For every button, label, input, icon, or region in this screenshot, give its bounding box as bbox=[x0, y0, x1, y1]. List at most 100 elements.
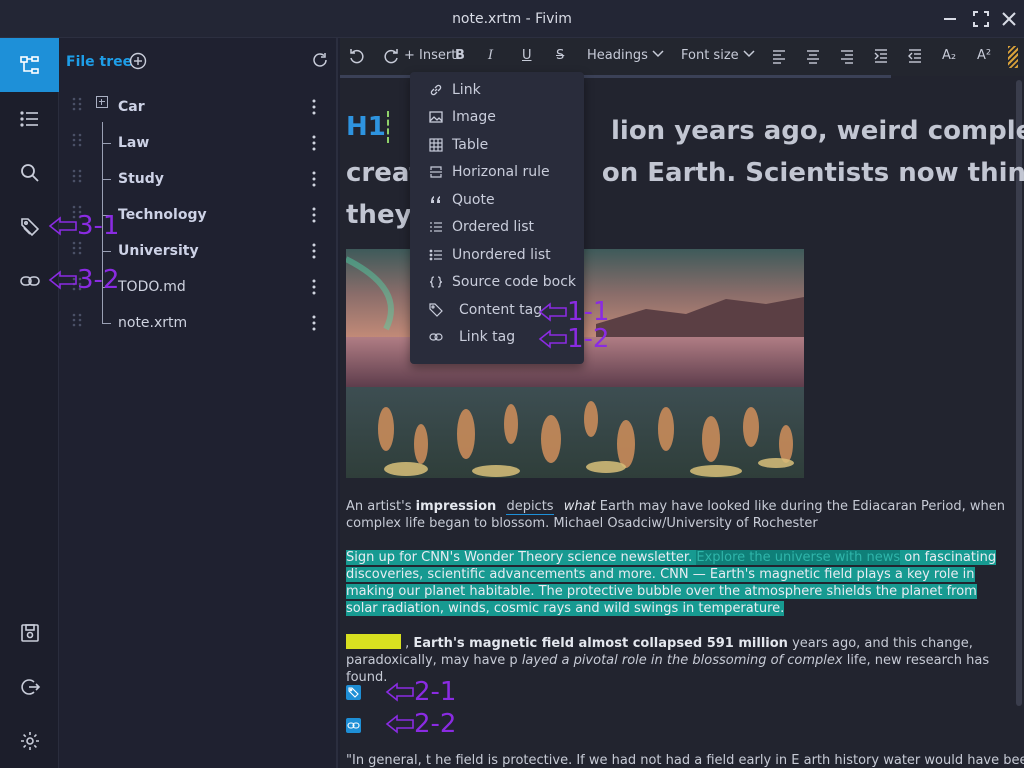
drag-handle-icon[interactable] bbox=[71, 133, 83, 147]
menu-item-quote[interactable]: Quote bbox=[410, 187, 584, 214]
menu-item-label: Image bbox=[452, 109, 496, 125]
caption-italic: what bbox=[563, 499, 596, 514]
menu-item-ordered-list[interactable]: Ordered list bbox=[410, 214, 584, 241]
file-tree-button[interactable] bbox=[0, 38, 59, 92]
tree-item-label: Car bbox=[118, 99, 145, 115]
align-right-button[interactable] bbox=[838, 47, 856, 67]
file-tree-title: File tree bbox=[66, 54, 133, 70]
caption-link[interactable]: depicts bbox=[506, 499, 554, 515]
headings-label: Headings bbox=[587, 48, 648, 63]
logout-button[interactable] bbox=[0, 660, 59, 714]
annotation-1-2: 1-2 bbox=[567, 324, 610, 354]
tree-item-study[interactable]: Study bbox=[59, 162, 338, 198]
tree-item-label: TODO.md bbox=[118, 279, 186, 295]
save-button[interactable] bbox=[0, 606, 59, 660]
menu-item-table[interactable]: Table bbox=[410, 132, 584, 159]
headings-dropdown[interactable]: Headings bbox=[587, 48, 664, 68]
menu-item-label: Source code bock bbox=[452, 274, 577, 290]
outline-button[interactable] bbox=[0, 92, 59, 146]
quote-icon bbox=[431, 196, 440, 203]
link-tag-text[interactable]: Explore the universe with news bbox=[696, 550, 901, 565]
menu-item-horizontal-rule[interactable]: Horizonal rule bbox=[410, 159, 584, 186]
menu-item-image[interactable]: Image bbox=[410, 104, 584, 131]
activity-bar bbox=[0, 38, 59, 768]
underline-button[interactable]: U bbox=[522, 48, 532, 68]
undo-button[interactable] bbox=[348, 47, 366, 67]
heading-level-marker: H1 bbox=[346, 112, 386, 142]
drag-handle-icon[interactable] bbox=[71, 241, 83, 255]
font-size-label: Font size bbox=[681, 48, 739, 63]
chevron-down-icon bbox=[652, 50, 664, 58]
align-left-button[interactable] bbox=[770, 47, 788, 67]
undo-icon bbox=[350, 49, 364, 64]
link-tag-icon[interactable] bbox=[346, 718, 361, 733]
subscript-button[interactable]: A₂ bbox=[942, 48, 956, 68]
tree-branch-line bbox=[102, 323, 111, 324]
annotation-3-1: 3-1 bbox=[77, 211, 120, 241]
tree-item-law[interactable]: Law bbox=[59, 126, 338, 162]
file-tree-header: File tree bbox=[59, 38, 338, 84]
menu-item-link[interactable]: Link bbox=[410, 77, 584, 104]
more-icon[interactable] bbox=[306, 170, 322, 188]
refresh-icon[interactable] bbox=[311, 51, 329, 69]
menu-item-label: Unordered list bbox=[452, 247, 551, 263]
align-center-button[interactable] bbox=[804, 47, 822, 67]
caption-bold: impression bbox=[415, 499, 497, 514]
minimize-button[interactable] bbox=[940, 9, 960, 29]
settings-button[interactable] bbox=[0, 714, 59, 768]
toolbar-overflow-indicator[interactable] bbox=[1008, 46, 1018, 68]
strikethrough-button[interactable]: S bbox=[556, 48, 564, 68]
caption-prefix: An artist's bbox=[346, 499, 416, 514]
content-tag-highlight[interactable] bbox=[346, 634, 401, 649]
file-tree-icon bbox=[19, 56, 39, 74]
drag-handle-icon[interactable] bbox=[71, 169, 83, 183]
more-icon[interactable] bbox=[306, 278, 322, 296]
more-icon[interactable] bbox=[306, 98, 322, 116]
more-icon[interactable] bbox=[306, 134, 322, 152]
more-icon[interactable] bbox=[306, 242, 322, 260]
paragraph-bold: Earth's magnetic field almost collapsed … bbox=[413, 636, 788, 651]
drag-handle-icon[interactable] bbox=[71, 97, 83, 111]
save-icon bbox=[20, 624, 39, 642]
italic-button[interactable]: I bbox=[488, 48, 493, 68]
redo-button[interactable] bbox=[382, 47, 400, 67]
content-tag-icon[interactable] bbox=[346, 685, 361, 700]
title-bar: note.xrtm - Fivim bbox=[0, 0, 1024, 38]
annotation-1-1: 1-1 bbox=[567, 297, 610, 327]
font-size-dropdown[interactable]: Font size bbox=[681, 48, 755, 68]
tree-branch-line bbox=[102, 143, 111, 144]
file-tree-panel: File tree Car Law Study Technology Unive… bbox=[59, 38, 338, 768]
superscript-button[interactable]: A² bbox=[977, 48, 991, 68]
menu-item-label: Horizonal rule bbox=[452, 164, 550, 180]
tree-branch-line bbox=[102, 179, 111, 180]
unordered-list-icon bbox=[429, 249, 442, 261]
more-icon[interactable] bbox=[306, 206, 322, 224]
outdent-button[interactable] bbox=[906, 47, 924, 67]
tree-item-label: Law bbox=[118, 135, 150, 151]
tree-item-note[interactable]: note.xrtm bbox=[59, 306, 338, 342]
more-icon[interactable] bbox=[306, 314, 322, 332]
menu-item-code-block[interactable]: Source code bock bbox=[410, 269, 584, 296]
annotation-arrow-icon bbox=[48, 216, 77, 236]
drag-handle-icon[interactable] bbox=[71, 313, 83, 327]
add-file-icon[interactable] bbox=[129, 52, 147, 70]
insert-button[interactable]: + Insert bbox=[404, 48, 456, 68]
indent-button[interactable] bbox=[872, 47, 890, 67]
table-icon bbox=[429, 138, 443, 152]
tag-icon bbox=[429, 303, 443, 317]
paragraph-italic: layed a pivotal role in the blossoming o… bbox=[521, 653, 843, 668]
tree-item-car[interactable]: Car bbox=[59, 90, 338, 126]
close-button[interactable] bbox=[999, 9, 1019, 29]
annotation-arrow-icon bbox=[385, 714, 414, 734]
tree-item-label: Study bbox=[118, 171, 164, 187]
bold-button[interactable]: B bbox=[455, 48, 465, 68]
link-icon bbox=[19, 276, 40, 286]
annotation-arrow-icon bbox=[48, 270, 77, 290]
search-button[interactable] bbox=[0, 146, 59, 200]
editor-toolbar: + Insert B I U S Headings Font size A₂ A… bbox=[340, 38, 1024, 76]
menu-item-unordered-list[interactable]: Unordered list bbox=[410, 242, 584, 269]
outline-list-icon bbox=[19, 111, 38, 127]
maximize-button[interactable] bbox=[971, 9, 991, 29]
annotation-arrow-icon bbox=[385, 682, 414, 702]
annotation-2-2: 2-2 bbox=[414, 709, 457, 739]
